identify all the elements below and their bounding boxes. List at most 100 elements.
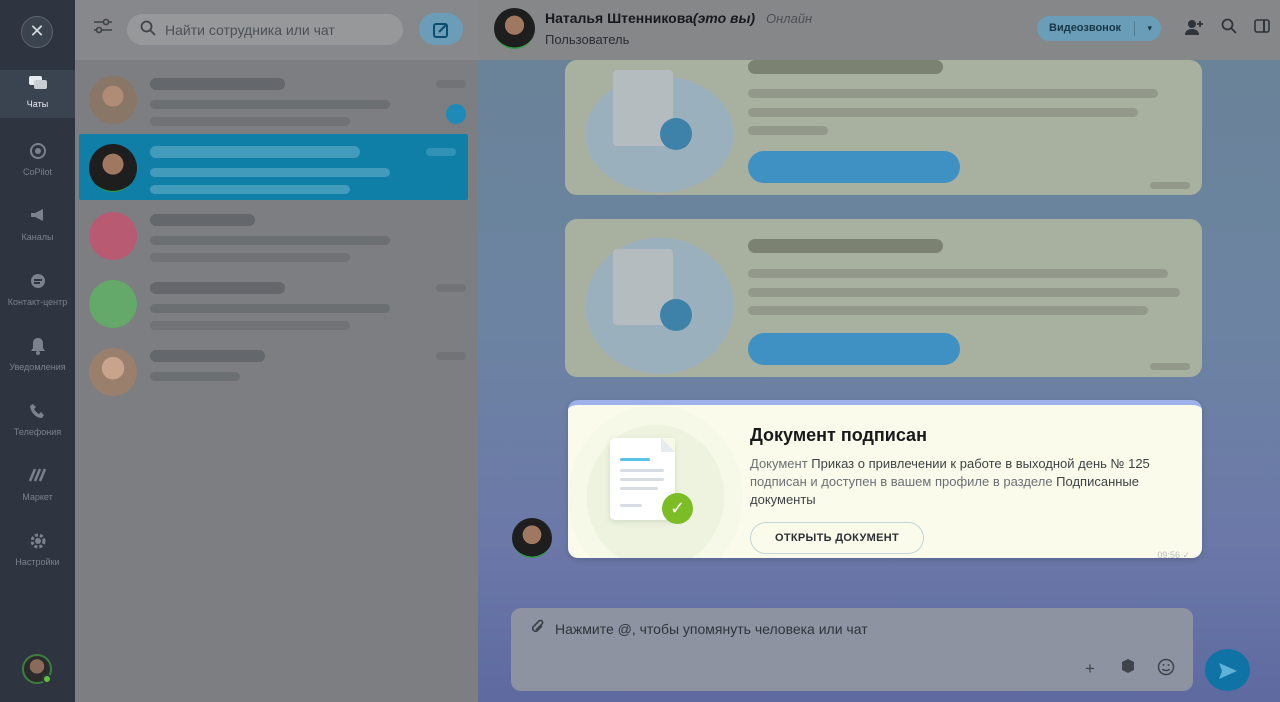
- chat-header: Наталья Штенникова(это вы) Онлайн Пользо…: [478, 0, 1280, 60]
- card-text-blurred: [748, 108, 1138, 117]
- user-avatar[interactable]: [22, 654, 52, 684]
- line: [620, 487, 658, 490]
- rail-item-telephony[interactable]: Телефония: [0, 398, 75, 446]
- sticker-icon[interactable]: [1117, 658, 1139, 680]
- chat-title[interactable]: Наталья Штенникова(это вы): [545, 10, 755, 26]
- message-time: 09:56 ✓: [1157, 550, 1190, 558]
- chat-preview-blurred: [150, 236, 390, 245]
- rail-item-market[interactable]: Маркет: [0, 463, 75, 511]
- chat-list-panel: [75, 0, 478, 702]
- presence-status: Онлайн: [766, 11, 813, 26]
- search-icon[interactable]: [1218, 18, 1240, 40]
- avatar: [89, 348, 137, 396]
- sign-document-button[interactable]: [748, 333, 960, 365]
- close-icon[interactable]: ✕: [21, 16, 53, 48]
- chat-list-item[interactable]: [75, 270, 478, 336]
- line: [620, 458, 650, 461]
- card-text-blurred: [748, 269, 1168, 278]
- sign-document-button[interactable]: [748, 151, 960, 183]
- chat-list-item[interactable]: [75, 338, 478, 404]
- message-author-avatar[interactable]: [512, 518, 552, 558]
- video-call-button[interactable]: Видеозвонок ▾: [1037, 16, 1161, 41]
- search-box[interactable]: [127, 14, 403, 45]
- message-time-blurred: [1150, 363, 1190, 370]
- gear-icon: [0, 532, 75, 554]
- checkmark-icon: ✓: [662, 493, 693, 524]
- phone-icon: [0, 402, 75, 424]
- chevron-down-icon[interactable]: ▾: [1147, 16, 1152, 41]
- document-name: Приказ о привлечении к работе в выходной…: [811, 456, 1150, 471]
- pen-badge-icon: [660, 299, 692, 331]
- rail-item-settings[interactable]: Настройки: [0, 528, 75, 576]
- open-document-button[interactable]: ОТКРЫТЬ ДОКУМЕНТ: [750, 522, 924, 554]
- rail-label: CoPilot: [22, 167, 52, 177]
- card-text: Документ Приказ о привлечении к работе в…: [750, 455, 1170, 509]
- chat-name-blurred: [150, 350, 265, 362]
- plus-icon[interactable]: +: [1079, 658, 1101, 680]
- rail-label: Чаты: [26, 99, 49, 109]
- sidebar-toggle-icon[interactable]: [1251, 18, 1273, 40]
- compose-icon: [432, 19, 450, 38]
- copilot-icon: [0, 142, 75, 164]
- you-note: (это вы): [692, 10, 756, 26]
- composer-placeholder[interactable]: Нажмите @, чтобы упомянуть человека или …: [555, 621, 868, 637]
- chat-name-blurred: [150, 78, 285, 90]
- chat-bubbles-icon: [0, 74, 75, 96]
- rail-item-channels[interactable]: Каналы: [0, 203, 75, 251]
- line: [620, 469, 664, 472]
- card-title-blurred: [748, 60, 943, 74]
- rail-label: Уведомления: [9, 362, 66, 372]
- chat-time-blurred: [436, 284, 466, 292]
- market-icon: [0, 467, 75, 489]
- filter-icon[interactable]: [91, 18, 115, 42]
- chat-preview-blurred: [150, 168, 390, 177]
- add-user-icon[interactable]: [1183, 18, 1205, 40]
- send-button[interactable]: [1205, 649, 1250, 691]
- card-title-blurred: [748, 239, 943, 253]
- chat-preview-blurred: [150, 117, 350, 126]
- rail-label: Контакт-центр: [7, 297, 68, 307]
- message-card-blurred: [565, 60, 1202, 195]
- rail-item-notifications[interactable]: Уведомления: [0, 333, 75, 381]
- chat-time-blurred: [426, 148, 456, 156]
- search-input[interactable]: [165, 20, 385, 39]
- rail-item-chats[interactable]: Чаты: [0, 70, 75, 118]
- line: [620, 504, 642, 507]
- send-icon: [1217, 659, 1239, 681]
- chat-preview-blurred: [150, 253, 350, 262]
- message-card-blurred: [565, 219, 1202, 377]
- left-rail: ✕ Чаты CoPilot Каналы Контакт-центр Увед…: [0, 0, 75, 702]
- rail-item-copilot[interactable]: CoPilot: [0, 138, 75, 186]
- chat-title-name: Наталья Штенникова: [545, 10, 693, 26]
- message-composer[interactable]: Нажмите @, чтобы упомянуть человека или …: [511, 608, 1193, 691]
- page-fold: [661, 438, 675, 452]
- text-middle: подписан и доступен в вашем профиле в ра…: [750, 474, 1057, 489]
- rail-label: Настройки: [15, 557, 60, 567]
- card-text-blurred: [748, 306, 1148, 315]
- chat-list-item[interactable]: [75, 202, 478, 268]
- document-signed-card: ✓ Документ подписан Документ Приказ о пр…: [568, 400, 1202, 558]
- rail-label: Маркет: [22, 492, 53, 502]
- chat-list-toolbar: [75, 0, 478, 60]
- online-indicator: [42, 674, 52, 684]
- message-time-blurred: [1150, 182, 1190, 189]
- chat-list-item[interactable]: [75, 66, 478, 132]
- chat-preview-blurred: [150, 372, 240, 381]
- bell-icon: [0, 337, 75, 359]
- card-title: Документ подписан: [750, 425, 927, 445]
- chat-list-item-selected[interactable]: [79, 134, 468, 200]
- chat-preview-blurred: [150, 185, 350, 194]
- card-text-blurred: [748, 288, 1180, 297]
- divider: [1134, 21, 1135, 36]
- unread-badge: [446, 104, 466, 124]
- rail-item-contact-center[interactable]: Контакт-центр: [0, 268, 75, 316]
- avatar: [89, 76, 137, 124]
- new-chat-button[interactable]: [419, 13, 463, 45]
- chat-name-blurred: [150, 282, 285, 294]
- emoji-icon[interactable]: [1155, 658, 1177, 680]
- paperclip-icon[interactable]: [530, 618, 546, 641]
- card-text-blurred: [748, 126, 828, 135]
- messages-area: [478, 60, 1280, 702]
- avatar[interactable]: [494, 8, 535, 49]
- chat-preview-blurred: [150, 304, 390, 313]
